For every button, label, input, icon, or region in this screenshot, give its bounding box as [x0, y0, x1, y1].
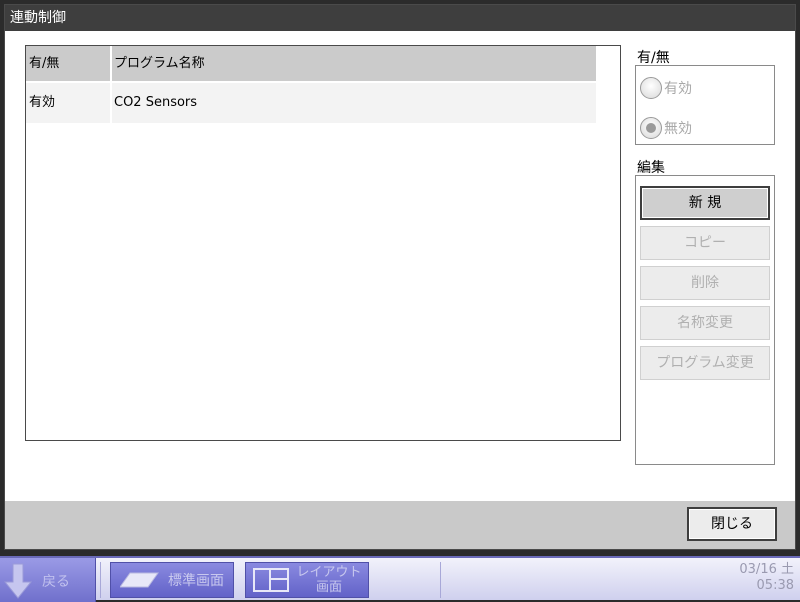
close-button[interactable]: 閉じる	[687, 507, 777, 541]
program-list[interactable]: 有/無 プログラム名称 有効 CO2 Sensors	[25, 45, 621, 441]
standard-screen-button[interactable]: 標準画面	[110, 562, 234, 598]
radio-disabled[interactable]: 無効	[640, 115, 692, 141]
datetime-display: 03/16 土 05:38	[739, 562, 794, 594]
linked-control-window: 連動制御 有/無 プログラム名称 有効 CO2 Sensors 有/無 有効 無…	[4, 4, 796, 550]
enable-radio-group: 有効 無効	[635, 65, 775, 145]
column-header-program-name: プログラム名称	[112, 46, 596, 81]
delete-button[interactable]: 削除	[640, 266, 770, 300]
taskbar-divider	[440, 562, 441, 598]
change-program-button[interactable]: プログラム変更	[640, 346, 770, 380]
column-header-enabled: 有/無	[26, 46, 110, 81]
layout-label-line2: 画面	[315, 580, 342, 595]
screen-tile-icon	[120, 572, 159, 588]
layout-screen-button[interactable]: レイアウト 画面	[245, 562, 369, 598]
new-button[interactable]: 新 規	[640, 186, 770, 220]
standard-screen-label: 標準画面	[168, 573, 224, 589]
time-text: 05:38	[756, 578, 794, 593]
enable-section-label: 有/無	[637, 50, 670, 66]
table-row-enabled-cell[interactable]: 有効	[26, 83, 110, 123]
table-row-name-cell[interactable]: CO2 Sensors	[112, 83, 596, 123]
back-label: 戻る	[42, 574, 70, 590]
taskbar: 戻る 標準画面 レイアウト 画面 03/16 土 05:38	[0, 556, 800, 602]
rename-button[interactable]: 名称変更	[640, 306, 770, 340]
footer-bar: 閉じる	[5, 501, 795, 549]
layout-icon	[253, 568, 290, 592]
radio-disabled-label: 無効	[664, 121, 692, 137]
radio-enabled[interactable]: 有効	[640, 75, 692, 101]
window-title: 連動制御	[5, 5, 795, 31]
edit-button-group: 新 規 コピー 削除 名称変更 プログラム変更	[635, 175, 775, 465]
radio-circle-icon	[640, 77, 662, 99]
taskbar-divider	[100, 562, 101, 598]
edit-section-label: 編集	[637, 160, 665, 176]
date-text: 03/16 土	[739, 562, 794, 577]
down-arrow-icon	[4, 563, 33, 599]
back-button[interactable]: 戻る	[0, 558, 96, 602]
copy-button[interactable]: コピー	[640, 226, 770, 260]
radio-circle-selected-icon	[640, 117, 662, 139]
layout-label-line1: レイアウト	[296, 565, 362, 580]
radio-enabled-label: 有効	[664, 81, 692, 97]
